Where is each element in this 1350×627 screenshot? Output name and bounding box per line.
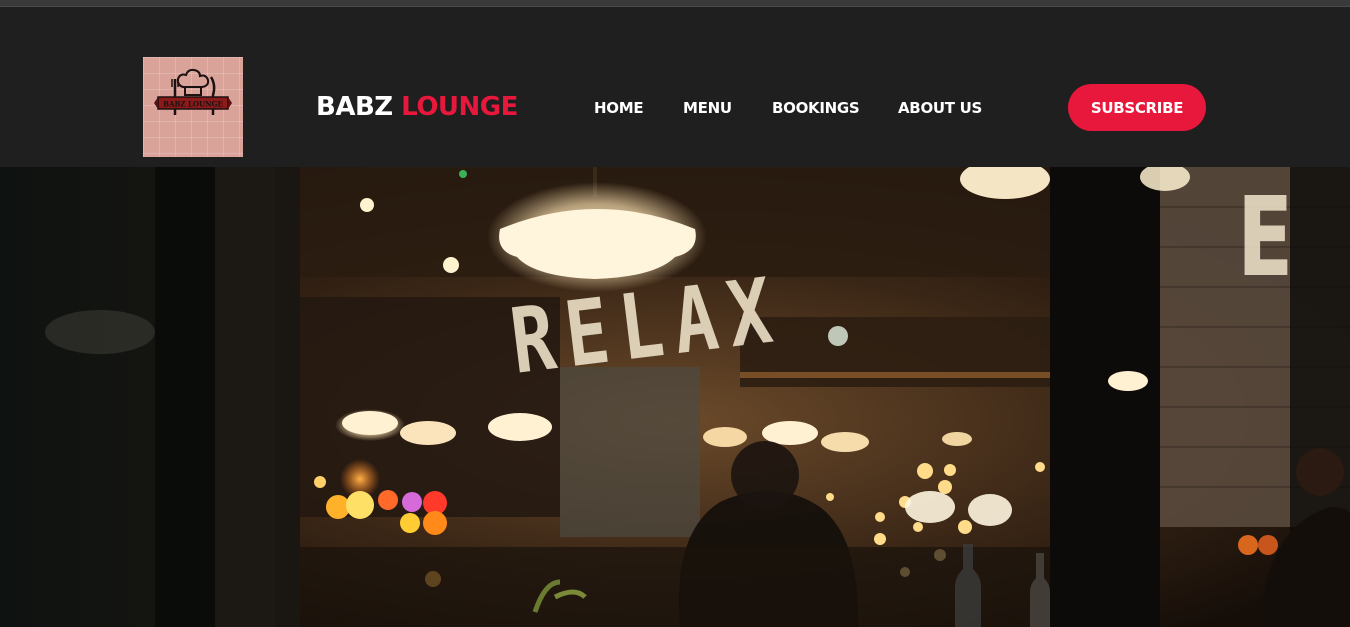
hero-image: RELAX E	[0, 167, 1350, 627]
brand-name-accent: LOUNGE	[401, 92, 518, 122]
brand-name-primary: BABZ	[316, 92, 393, 122]
browser-top-edge	[0, 0, 1350, 7]
restaurant-interior-photo: RELAX E	[0, 167, 1350, 627]
nav-home[interactable]: HOME	[594, 98, 644, 118]
site-header: BABZ LOUNGE BABZ LOUNGE HOME MENU BOOKIN…	[0, 7, 1350, 167]
nav-bookings[interactable]: BOOKINGS	[772, 98, 860, 118]
brand-name[interactable]: BABZ LOUNGE	[316, 91, 518, 123]
site-logo[interactable]: BABZ LOUNGE	[143, 57, 243, 157]
chef-hat-cutlery-icon: BABZ LOUNGE	[154, 68, 232, 115]
nav-about-us[interactable]: ABOUT US	[898, 98, 982, 118]
logo-wordmark: BABZ LOUNGE	[163, 100, 223, 109]
right-pillar	[1050, 167, 1160, 627]
nav-menu[interactable]: MENU	[683, 98, 732, 118]
subscribe-button[interactable]: SUBSCRIBE	[1068, 84, 1206, 131]
sign-letter-e: E	[1237, 173, 1293, 301]
